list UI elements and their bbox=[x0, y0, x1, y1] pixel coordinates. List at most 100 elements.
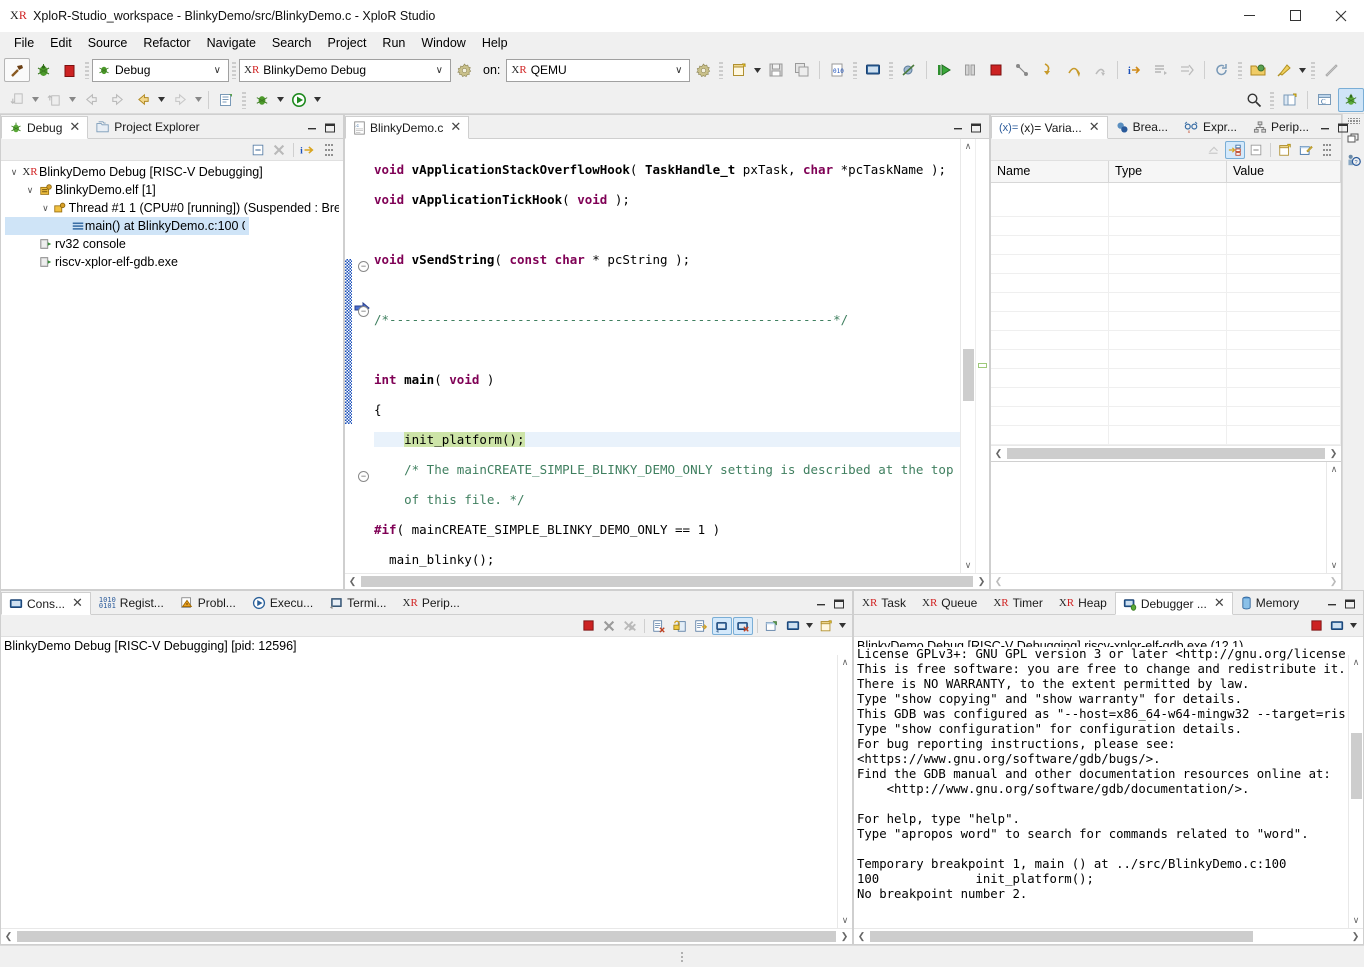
table-row[interactable] bbox=[991, 369, 1341, 388]
tab-task[interactable]: XR Task bbox=[854, 591, 914, 614]
terminate-icon[interactable] bbox=[1306, 617, 1326, 635]
new-c-file-button[interactable] bbox=[213, 88, 239, 112]
chevron-down-icon[interactable]: ∨ bbox=[431, 65, 448, 76]
scroll-left-icon[interactable]: ❮ bbox=[345, 576, 360, 587]
tree-item-gdb[interactable]: riscv-xplor-elf-gdb.exe bbox=[1, 253, 343, 271]
menu-window[interactable]: Window bbox=[413, 34, 473, 52]
run-to-line-button[interactable] bbox=[1174, 58, 1200, 82]
table-row[interactable] bbox=[991, 255, 1341, 274]
show-type-names-icon[interactable] bbox=[1225, 140, 1245, 159]
scroll-right-icon[interactable]: ❯ bbox=[1348, 931, 1363, 942]
console-menu-icon[interactable] bbox=[1348, 615, 1359, 637]
new-console-dropdown[interactable] bbox=[837, 615, 848, 637]
terminate-icon[interactable] bbox=[578, 617, 598, 635]
tab-timer[interactable]: XR Timer bbox=[985, 591, 1051, 614]
tab-debug[interactable]: Debug ✕ bbox=[1, 116, 89, 139]
menu-help[interactable]: Help bbox=[474, 34, 516, 52]
show-instruction-pointer-icon[interactable]: i bbox=[298, 141, 318, 159]
maximize-view-button[interactable] bbox=[1335, 120, 1351, 136]
source-code[interactable]: void vApplicationStackOverflowHook( Task… bbox=[374, 139, 960, 573]
fold-toggle-main[interactable]: − bbox=[358, 261, 369, 272]
scroll-right-icon[interactable]: ❯ bbox=[974, 576, 989, 587]
show-console-on-output-icon[interactable] bbox=[691, 617, 711, 635]
close-icon[interactable]: ✕ bbox=[69, 120, 80, 135]
target-combo[interactable]: XR QEMU ∨ bbox=[506, 58, 691, 82]
step-into-selection-button[interactable] bbox=[1148, 58, 1174, 82]
scroll-down-icon[interactable]: ∨ bbox=[842, 913, 849, 928]
maximize-button[interactable] bbox=[1272, 0, 1318, 32]
resume-button[interactable] bbox=[931, 58, 957, 82]
save-all-button[interactable] bbox=[789, 58, 815, 82]
folding-ruler[interactable]: − − − − bbox=[352, 139, 374, 587]
remove-all-terminated-icon[interactable] bbox=[269, 141, 289, 159]
step-over-button[interactable] bbox=[1061, 58, 1087, 82]
debug-dropdown-button[interactable] bbox=[249, 88, 275, 112]
menu-search[interactable]: Search bbox=[264, 34, 320, 52]
run-dropdown-button[interactable] bbox=[286, 88, 312, 112]
table-row[interactable] bbox=[991, 236, 1341, 255]
previous-annotation-button[interactable] bbox=[41, 88, 67, 112]
chevron-down-icon[interactable]: ∨ bbox=[39, 203, 52, 214]
restart-button[interactable] bbox=[1209, 58, 1235, 82]
menu-navigate[interactable]: Navigate bbox=[199, 34, 264, 52]
scroll-left-icon[interactable]: ❮ bbox=[991, 576, 1006, 587]
tree-item-rv32-console[interactable]: rv32 console bbox=[1, 235, 343, 253]
debugger-console-vertical-scrollbar[interactable]: ∧ ∨ bbox=[1348, 655, 1363, 928]
chevron-down-icon[interactable]: ∨ bbox=[209, 65, 226, 76]
menu-source[interactable]: Source bbox=[80, 34, 136, 52]
tab-blinkydemo-c[interactable]: .c BlinkyDemo.c ✕ bbox=[345, 116, 470, 139]
stop-button[interactable] bbox=[56, 58, 82, 82]
close-icon[interactable]: ✕ bbox=[1089, 120, 1100, 135]
disconnect-button[interactable] bbox=[1009, 58, 1035, 82]
build-button[interactable] bbox=[4, 58, 30, 82]
table-row[interactable] bbox=[991, 312, 1341, 331]
tree-item-stack-frame[interactable]: main() at BlinkyDemo.c:100 0x80004e38 bbox=[5, 217, 249, 235]
edit-watch-icon[interactable] bbox=[1296, 141, 1316, 159]
instruction-stepping-button[interactable]: i bbox=[1122, 58, 1148, 82]
display-selected-console-icon[interactable] bbox=[733, 616, 753, 635]
pin-dropdown[interactable] bbox=[1297, 59, 1308, 81]
collapse-all-icon[interactable] bbox=[248, 141, 268, 159]
editor-horizontal-scrollbar[interactable]: ❮ ❯ bbox=[345, 573, 989, 589]
table-row[interactable] bbox=[991, 407, 1341, 426]
scroll-up-icon[interactable]: ∧ bbox=[842, 655, 849, 670]
column-header-value[interactable]: Value bbox=[1227, 161, 1341, 182]
scroll-right-icon[interactable]: ❯ bbox=[837, 931, 852, 942]
step-into-button[interactable] bbox=[1035, 58, 1061, 82]
build-config-combo[interactable]: Debug ∨ bbox=[92, 58, 229, 82]
detail-horizontal-scrollbar[interactable]: ❮ ❯ bbox=[991, 573, 1341, 589]
launch-config-combo[interactable]: XR BlinkyDemo Debug ∨ bbox=[239, 58, 451, 82]
console-toolbar-button[interactable] bbox=[860, 58, 886, 82]
navigate-forward-button[interactable] bbox=[167, 88, 193, 112]
maximize-view-button[interactable] bbox=[322, 120, 338, 136]
variables-detail-pane[interactable]: ∧ ∨ bbox=[991, 461, 1341, 573]
tab-problems[interactable]: Probl... bbox=[172, 591, 244, 614]
step-return-button[interactable] bbox=[1087, 58, 1113, 82]
debug-tree[interactable]: ∨ XR BlinkyDemo Debug [RISC-V Debugging]… bbox=[1, 161, 343, 589]
resize-grip[interactable] bbox=[680, 950, 684, 963]
chevron-down-icon[interactable]: ∨ bbox=[7, 167, 21, 178]
pin-button[interactable] bbox=[1271, 58, 1297, 82]
minimize-button[interactable] bbox=[1226, 0, 1272, 32]
fold-toggle-vsendstring[interactable]: − bbox=[358, 471, 369, 482]
lock-scroll-icon[interactable] bbox=[670, 617, 690, 635]
menu-project[interactable]: Project bbox=[320, 34, 375, 52]
remove-launch-icon[interactable] bbox=[599, 617, 619, 635]
minimize-view-button[interactable] bbox=[304, 120, 320, 136]
navigate-back-button[interactable] bbox=[130, 88, 156, 112]
suspend-button[interactable] bbox=[957, 58, 983, 82]
target-settings-button[interactable] bbox=[690, 58, 716, 82]
open-console-icon[interactable] bbox=[783, 617, 803, 635]
menu-file[interactable]: File bbox=[6, 34, 42, 52]
tab-variables[interactable]: (x)= (x)= Varia... ✕ bbox=[991, 116, 1108, 139]
next-annotation-dropdown[interactable] bbox=[30, 89, 41, 111]
chevron-down-icon[interactable]: ∨ bbox=[670, 65, 687, 76]
clear-console-icon[interactable] bbox=[649, 617, 669, 635]
hex-view-button[interactable]: 010 bbox=[824, 58, 850, 82]
scroll-right-icon[interactable]: ❯ bbox=[1326, 576, 1341, 587]
debug-view-icon[interactable]: ? bbox=[1346, 152, 1362, 168]
minimize-view-button[interactable] bbox=[1324, 596, 1340, 612]
tab-expressions[interactable]: x Expr... bbox=[1176, 115, 1245, 138]
close-icon[interactable]: ✕ bbox=[72, 596, 83, 611]
new-console-view-icon[interactable] bbox=[762, 617, 782, 635]
